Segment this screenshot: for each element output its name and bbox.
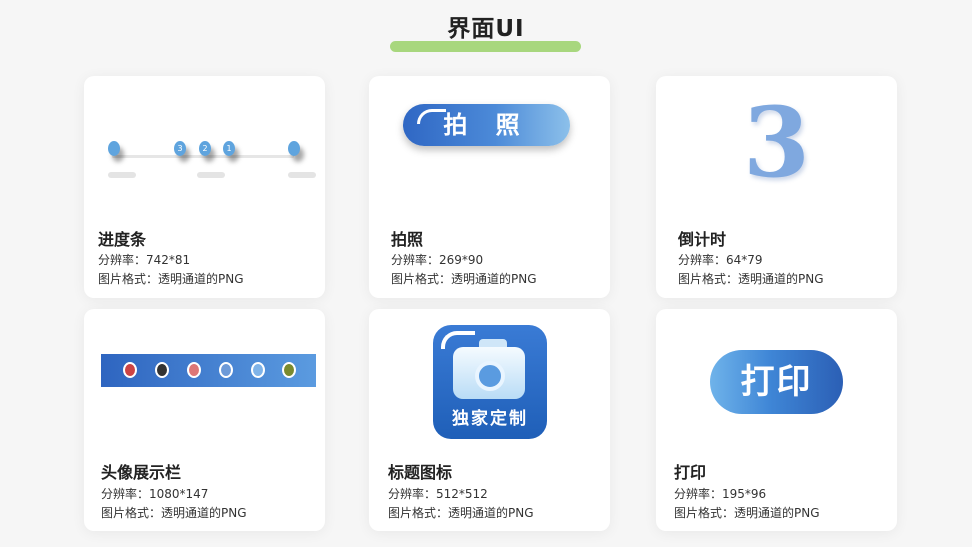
card-format: 图片格式：透明通道的PNG [678,272,824,286]
asset-card-avatar-bar[interactable]: 头像展示栏 分辨率：1080*147 图片格式：透明通道的PNG [84,309,325,531]
progress-step-1: 1 [223,141,235,156]
card-format: 图片格式：透明通道的PNG [391,272,537,286]
avatar [187,362,201,378]
print-button-preview: 打印 [710,350,843,414]
card-format: 图片格式：透明通道的PNG [674,506,820,520]
asset-card-title-icon[interactable]: 独家定制 标题图标 分辨率：512*512 图片格式：透明通道的PNG [369,309,610,531]
progress-dot-end [288,141,300,156]
countdown-digit: 3 [743,86,810,199]
avatar [251,362,265,378]
camera-lens [475,361,505,391]
card-title: 拍照 [391,230,424,249]
card-resolution: 分辨率：269*90 [391,253,484,267]
progress-label-blur [288,172,316,178]
page-title: 界面UI [447,16,525,42]
avatar [282,362,296,378]
photo-button-text: 拍 照 [443,111,530,139]
asset-card-print-button[interactable]: 打印 打印 分辨率：195*96 图片格式：透明通道的PNG [656,309,897,531]
asset-card-photo-button[interactable]: 拍 照 拍照 分辨率：269*90 图片格式：透明通道的PNG [369,76,610,298]
title-underline [390,41,581,52]
card-resolution: 分辨率：1080*147 [101,487,209,501]
progress-label-blur [108,172,136,178]
avatar [123,362,137,378]
card-format: 图片格式：透明通道的PNG [388,506,534,520]
progress-label-blur [197,172,225,178]
card-resolution: 分辨率：742*81 [98,253,191,267]
camera-icon: 独家定制 [433,325,547,439]
gloss-arc-icon [417,109,446,124]
card-format: 图片格式：透明通道的PNG [101,506,247,520]
avatar [219,362,233,378]
avatar [155,362,169,378]
asset-card-countdown[interactable]: 3 倒计时 分辨率：64*79 图片格式：透明通道的PNG [656,76,897,298]
icon-caption: 独家定制 [452,409,528,429]
progress-step-2: 2 [199,141,211,156]
card-title: 进度条 [98,230,147,249]
progress-step-3: 3 [174,141,186,156]
card-title: 头像展示栏 [101,463,182,482]
progress-dot-start [108,141,120,156]
progress-bar-preview: 3 2 1 [84,76,325,216]
card-resolution: 分辨率：512*512 [388,487,488,501]
card-title: 倒计时 [678,230,727,249]
card-title: 标题图标 [388,463,453,482]
asset-card-progress-bar[interactable]: 3 2 1 进度条 分辨率：742*81 图片格式：透明通道的PNG [84,76,325,298]
card-resolution: 分辨率：64*79 [678,253,763,267]
avatar-bar-preview [101,354,316,387]
card-format: 图片格式：透明通道的PNG [98,272,244,286]
card-title: 打印 [674,463,707,482]
photo-button-preview: 拍 照 [403,104,570,146]
card-resolution: 分辨率：195*96 [674,487,767,501]
